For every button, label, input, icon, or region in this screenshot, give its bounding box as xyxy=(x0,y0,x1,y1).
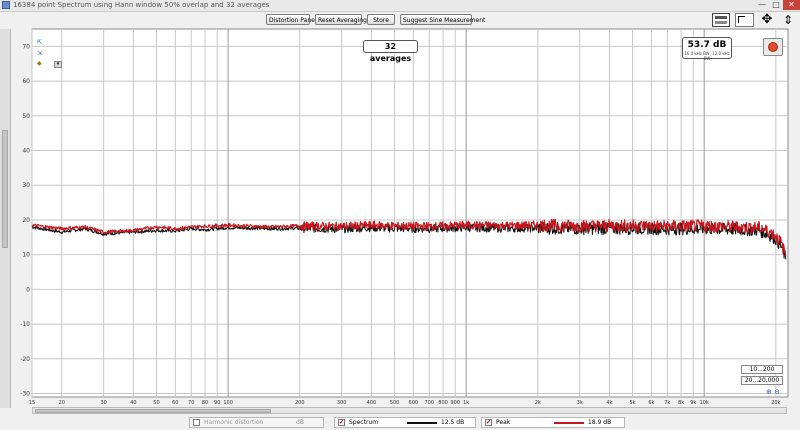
averages-badge: 32 averages xyxy=(363,40,418,63)
peak-label: Peak xyxy=(496,419,511,426)
x-tick-label: 3k xyxy=(577,400,583,406)
spectrum-swatch xyxy=(407,422,437,424)
x-tick-label: 9k xyxy=(690,400,696,406)
spectrum-label: Spectrum xyxy=(349,419,379,426)
y-tick-label: 70 xyxy=(22,43,30,50)
x-tick-label: 90 xyxy=(214,400,220,406)
y-tick-label: 0 xyxy=(26,286,30,293)
spectrum-value: 12.5 dB xyxy=(441,419,465,426)
x-tick-label: 300 xyxy=(337,400,347,406)
legend-spectrum[interactable]: ✔ Spectrum 12.5 dB xyxy=(334,417,476,428)
peak-checkbox[interactable]: ✔ xyxy=(485,419,492,426)
x-tick-label: 40 xyxy=(130,400,136,406)
x-range-button[interactable]: 20...20,000 xyxy=(741,376,783,385)
y-dropdown-icon[interactable]: ▾ xyxy=(54,61,62,68)
x-tick-label: 70 xyxy=(188,400,194,406)
record-button[interactable] xyxy=(763,38,783,56)
x-tick-label: 60 xyxy=(172,400,178,406)
y-zoom-out-icon[interactable]: ⇲ xyxy=(37,50,42,57)
x-tick-label: 7k xyxy=(664,400,670,406)
y-tick-label: 60 xyxy=(22,78,30,85)
plot-area xyxy=(31,28,789,398)
y-tick-label: 30 xyxy=(22,182,30,189)
level-readout: 53.7 dB 16.0 kHz BW, 12.0 kHz BW xyxy=(682,37,732,61)
x-tick-label: 100 xyxy=(223,400,233,406)
horizontal-scroll-thumb[interactable] xyxy=(35,409,271,413)
x-tick-label: 200 xyxy=(295,400,305,406)
y-tick-label: 10 xyxy=(22,252,30,259)
x-tick-label: 1k xyxy=(463,400,469,406)
level-value: 53.7 dB xyxy=(687,40,727,50)
x-tick-label: 15 xyxy=(29,400,35,406)
spectrum-checkbox[interactable]: ✔ xyxy=(338,419,345,426)
x-tick-label: 5k xyxy=(629,400,635,406)
x-tick-label: 900 xyxy=(450,400,460,406)
y-tick-label: 40 xyxy=(22,148,30,155)
x-tick-label: 80 xyxy=(202,400,208,406)
peak-value: 18.9 dB xyxy=(588,419,612,426)
x-tick-label: 4k xyxy=(606,400,612,406)
peak-swatch xyxy=(554,422,584,424)
thd-checkbox[interactable] xyxy=(193,419,200,426)
y-tick-label: -30 xyxy=(20,391,30,398)
y-marker-icon[interactable]: ◆ xyxy=(37,60,42,67)
y-tick-label: 20 xyxy=(22,217,30,224)
x-tick-label: 8k xyxy=(678,400,684,406)
y-tick-label: -10 xyxy=(20,321,30,328)
horizontal-scrollbar[interactable] xyxy=(32,407,787,414)
x-tick-label: 500 xyxy=(390,400,400,406)
thd-label: Harmonic distortion xyxy=(204,419,264,426)
x-tick-label: 10k xyxy=(700,400,709,406)
y-range-button[interactable]: 10...200 xyxy=(741,365,783,374)
x-tick-label: 6k xyxy=(648,400,654,406)
x-tick-label: 600 xyxy=(409,400,419,406)
x-tick-label: 30 xyxy=(100,400,106,406)
y-tick-label: -20 xyxy=(20,356,30,363)
thd-value: dB xyxy=(296,419,304,426)
y-zoom-in-icon[interactable]: ⇱ xyxy=(37,39,42,46)
x-tick-label: 20k xyxy=(771,400,780,406)
x-tick-label: 700 xyxy=(424,400,434,406)
x-tick-label: 400 xyxy=(367,400,377,406)
legend-peak[interactable]: ✔ Peak 18.9 dB xyxy=(481,417,625,428)
level-subtext: 16.0 kHz BW, 12.0 kHz BW xyxy=(684,51,730,61)
legend-harmonic-distortion[interactable]: Harmonic distortion dB xyxy=(189,417,324,428)
x-tick-label: 50 xyxy=(153,400,159,406)
x-tick-label: 20 xyxy=(59,400,65,406)
zoom-icons[interactable]: ⊕ ⊖ xyxy=(766,388,780,396)
x-tick-label: 2k xyxy=(535,400,541,406)
x-tick-label: 800 xyxy=(438,400,448,406)
y-tick-label: 50 xyxy=(22,113,30,120)
